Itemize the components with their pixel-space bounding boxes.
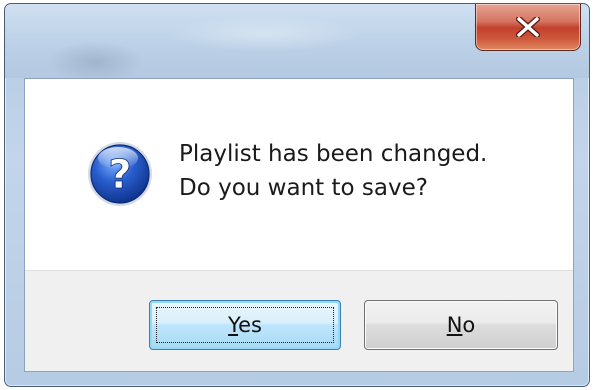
button-bar: Yes No — [25, 270, 573, 371]
dialog-window: ? Playlist has been changed. Do you want… — [4, 3, 590, 387]
message-line-1: Playlist has been changed. — [179, 141, 488, 167]
message-area: ? Playlist has been changed. Do you want… — [25, 79, 573, 271]
message-line-2: Do you want to save? — [179, 175, 428, 201]
no-button-label: No — [446, 313, 476, 337]
yes-button[interactable]: Yes — [149, 300, 341, 350]
no-button[interactable]: No — [364, 300, 558, 350]
svg-text:?: ? — [108, 152, 131, 198]
title-bar[interactable] — [5, 4, 589, 78]
question-icon: ? — [88, 142, 152, 206]
close-button[interactable] — [475, 4, 581, 51]
dialog-message: Playlist has been changed. Do you want t… — [179, 137, 487, 205]
dialog-client-area: ? Playlist has been changed. Do you want… — [24, 78, 574, 372]
yes-button-label: Yes — [228, 313, 262, 337]
close-icon — [516, 17, 540, 37]
